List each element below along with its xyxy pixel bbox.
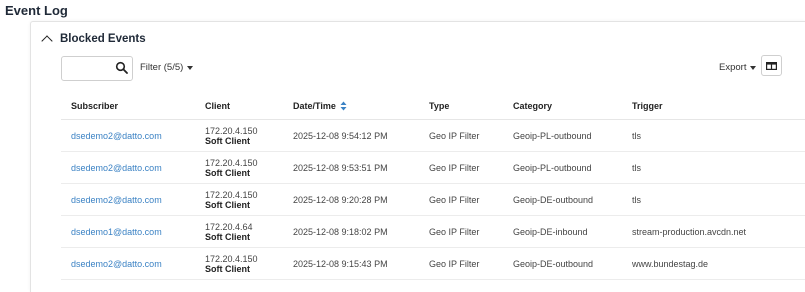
datetime-cell: 2025-12-08 9:18:02 PM [293, 226, 388, 237]
type-cell: Geo IP Filter [429, 258, 480, 269]
page-title: Event Log [5, 3, 68, 18]
columns-icon [766, 61, 777, 70]
table-row[interactable]: dsedemo1@datto.com 172.20.4.64 Soft Clie… [61, 216, 805, 248]
client-type: Soft Client [205, 135, 250, 146]
filter-dropdown[interactable]: Filter (5/5) [140, 62, 194, 73]
category-cell: Geoip-PL-outbound [513, 130, 592, 141]
type-cell: Geo IP Filter [429, 162, 480, 173]
search-input[interactable] [66, 57, 114, 80]
client-type: Soft Client [205, 263, 250, 274]
export-dropdown[interactable]: Export [719, 62, 757, 73]
column-header-trigger[interactable]: Trigger [632, 101, 663, 111]
client-type: Soft Client [205, 231, 250, 242]
datetime-cell: 2025-12-08 9:54:12 PM [293, 130, 388, 141]
caret-down-icon [187, 65, 194, 70]
columns-button[interactable] [761, 55, 782, 76]
search-icon[interactable] [115, 61, 129, 75]
chevron-up-icon [41, 35, 53, 47]
type-cell: Geo IP Filter [429, 130, 480, 141]
client-ip: 172.20.4.150 [205, 253, 258, 264]
category-cell: Geoip-DE-inbound [513, 226, 588, 237]
column-header-datetime[interactable]: Date/Time [293, 101, 347, 111]
column-header-client[interactable]: Client [205, 101, 230, 111]
category-cell: Geoip-PL-outbound [513, 162, 592, 173]
table-row[interactable]: dsedemo2@datto.com 172.20.4.150 Soft Cli… [61, 248, 805, 280]
search-box[interactable] [61, 56, 133, 81]
datetime-cell: 2025-12-08 9:53:51 PM [293, 162, 388, 173]
table-row[interactable]: dsedemo2@datto.com 172.20.4.150 Soft Cli… [61, 184, 805, 216]
subscriber-link[interactable]: dsedemo2@datto.com [71, 248, 162, 279]
subscriber-link[interactable]: dsedemo2@datto.com [71, 184, 162, 215]
trigger-cell: tls [632, 130, 641, 141]
column-header-category[interactable]: Category [513, 101, 552, 111]
subscriber-link[interactable]: dsedemo1@datto.com [71, 216, 162, 247]
datetime-cell: 2025-12-08 9:15:43 PM [293, 258, 388, 269]
client-cell: 172.20.4.150 Soft Client [205, 248, 258, 279]
client-ip: 172.20.4.150 [205, 125, 258, 136]
caret-down-icon [750, 65, 757, 70]
client-type: Soft Client [205, 199, 250, 210]
client-ip: 172.20.4.150 [205, 157, 258, 168]
trigger-cell: tls [632, 194, 641, 205]
subscriber-link[interactable]: dsedemo2@datto.com [71, 120, 162, 151]
client-cell: 172.20.4.64 Soft Client [205, 216, 253, 247]
blocked-events-panel: Blocked Events Filter (5/5) Export Subsc… [30, 21, 805, 292]
client-cell: 172.20.4.150 Soft Client [205, 120, 258, 151]
blocked-events-toggle[interactable]: Blocked Events [41, 31, 146, 47]
column-header-datetime-label: Date/Time [293, 101, 336, 111]
category-cell: Geoip-DE-outbound [513, 258, 594, 269]
type-cell: Geo IP Filter [429, 226, 480, 237]
section-title: Blocked Events [60, 33, 146, 45]
client-ip: 172.20.4.64 [205, 221, 253, 232]
type-cell: Geo IP Filter [429, 194, 480, 205]
column-header-type[interactable]: Type [429, 101, 449, 111]
client-type: Soft Client [205, 167, 250, 178]
subscriber-link[interactable]: dsedemo2@datto.com [71, 152, 162, 183]
client-cell: 172.20.4.150 Soft Client [205, 184, 258, 215]
client-ip: 172.20.4.150 [205, 189, 258, 200]
export-label: Export [719, 62, 747, 73]
trigger-cell: www.bundestag.de [632, 258, 709, 269]
trigger-cell: stream-production.avcdn.net [632, 226, 747, 237]
trigger-cell: tls [632, 162, 641, 173]
filter-label: Filter (5/5) [140, 62, 184, 73]
client-cell: 172.20.4.150 Soft Client [205, 152, 258, 183]
column-header-subscriber[interactable]: Subscriber [71, 101, 118, 111]
table-row[interactable]: dsedemo2@datto.com 172.20.4.150 Soft Cli… [61, 120, 805, 152]
category-cell: Geoip-DE-outbound [513, 194, 594, 205]
datetime-cell: 2025-12-08 9:20:28 PM [293, 194, 388, 205]
sort-icon[interactable] [340, 101, 347, 111]
table-row[interactable]: dsedemo2@datto.com 172.20.4.150 Soft Cli… [61, 152, 805, 184]
